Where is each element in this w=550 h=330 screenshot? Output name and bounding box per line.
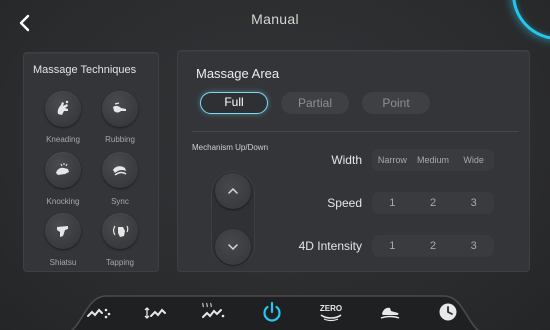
sync-hand-icon xyxy=(113,166,127,176)
tapping-hand-icon xyxy=(112,225,129,237)
knocking-button[interactable] xyxy=(45,152,81,188)
wave-arrows-icon xyxy=(144,307,166,319)
nav-heat-wave-button[interactable] xyxy=(200,302,226,322)
nav-zero-gravity-button[interactable]: ZERO xyxy=(318,302,344,322)
page-title: Manual xyxy=(251,11,299,27)
area-partial-button[interactable]: Partial xyxy=(281,92,349,114)
sync-button[interactable] xyxy=(102,152,138,188)
kneading-hand-icon xyxy=(57,100,69,115)
width-medium-option[interactable]: Medium xyxy=(413,155,454,165)
speed-option-1[interactable]: 1 xyxy=(372,197,413,209)
massage-techniques-panel: Massage Techniques Kneading Rubbing Knoc… xyxy=(23,52,159,272)
rubbing-label: Rubbing xyxy=(105,135,135,144)
speed-option-3[interactable]: 3 xyxy=(453,197,494,209)
width-wide-option[interactable]: Wide xyxy=(453,155,494,165)
intensity-option-2[interactable]: 2 xyxy=(413,240,454,252)
nav-power-button[interactable] xyxy=(259,301,285,322)
shiatsu-button[interactable] xyxy=(45,213,81,249)
speed-selector: 1 2 3 xyxy=(372,192,494,214)
massage-area-panel: Massage Area Full Partial Point Mechanis… xyxy=(177,50,530,272)
mechanism-down-button[interactable] xyxy=(215,229,251,265)
kneading-button[interactable] xyxy=(45,91,81,127)
speed-option-2[interactable]: 2 xyxy=(413,197,454,209)
rubbing-button[interactable] xyxy=(102,91,138,127)
knocking-hand-icon xyxy=(56,163,69,175)
nav-wave-dots-button[interactable] xyxy=(86,302,112,322)
zero-text: ZERO xyxy=(320,304,342,313)
intensity-option-3[interactable]: 3 xyxy=(453,240,494,252)
shiatsu-hand-icon xyxy=(57,226,68,237)
nav-wave-arrows-button[interactable] xyxy=(143,302,169,322)
wave-dots-icon xyxy=(87,308,111,319)
nav-foot-rest-button[interactable] xyxy=(377,302,403,322)
area-title: Massage Area xyxy=(196,66,280,81)
kneading-label: Kneading xyxy=(46,135,80,144)
sync-label: Sync xyxy=(111,197,129,206)
tapping-label: Tapping xyxy=(105,258,135,267)
shiatsu-label: Shiatsu xyxy=(49,258,77,267)
knocking-label: Knocking xyxy=(46,197,80,206)
area-point-button[interactable]: Point xyxy=(362,92,430,114)
speed-label: Speed xyxy=(327,196,362,210)
intensity-selector: 1 2 3 xyxy=(372,235,494,257)
mechanism-up-button[interactable] xyxy=(215,173,251,209)
techniques-title: Massage Techniques xyxy=(33,64,137,76)
rubbing-hand-icon xyxy=(113,102,126,113)
clock-icon xyxy=(439,303,457,321)
width-label: Width xyxy=(331,153,362,167)
area-full-button[interactable]: Full xyxy=(200,92,268,114)
divider xyxy=(192,131,519,132)
mechanism-label: Mechanism Up/Down xyxy=(192,143,269,152)
intensity-option-1[interactable]: 1 xyxy=(372,240,413,252)
chevron-up-icon xyxy=(228,187,238,194)
heat-wave-icon xyxy=(202,302,225,318)
chevron-down-icon xyxy=(228,244,238,251)
nav-clock-button[interactable] xyxy=(435,302,461,322)
manual-screen: Manual Massage Techniques Kneading Rubbi… xyxy=(0,0,550,330)
width-narrow-option[interactable]: Narrow xyxy=(372,155,413,165)
intensity-label: 4D Intensity xyxy=(298,239,362,253)
foot-rest-icon xyxy=(380,307,400,319)
width-selector: Narrow Medium Wide xyxy=(372,149,494,171)
zero-gravity-icon: ZERO xyxy=(320,304,342,322)
tapping-button[interactable] xyxy=(102,213,138,249)
power-icon xyxy=(263,301,281,322)
